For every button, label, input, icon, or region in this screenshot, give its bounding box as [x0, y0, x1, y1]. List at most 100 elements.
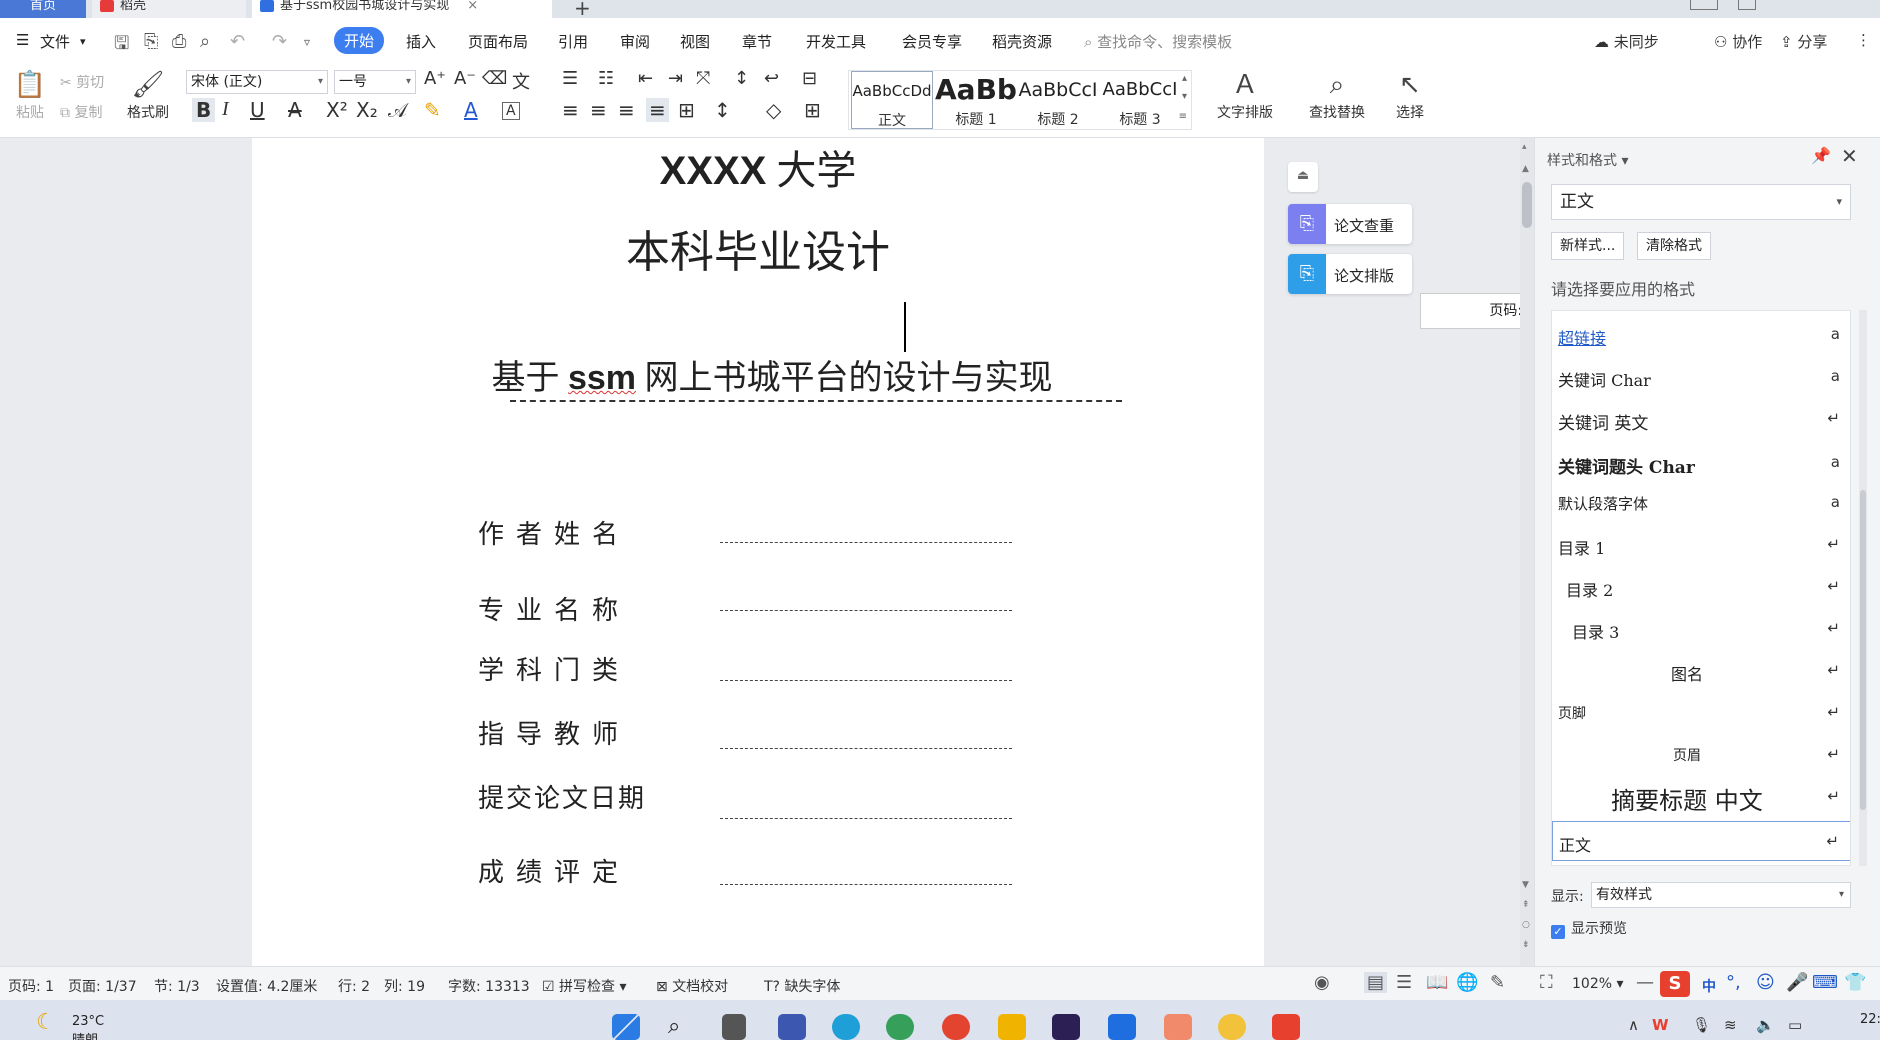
gallery-down-icon[interactable]: ▾ — [1182, 91, 1187, 102]
tab-dev-tools[interactable]: 开发工具 — [806, 31, 866, 52]
volume-icon[interactable]: 🔈 — [1756, 1016, 1775, 1034]
tab-review[interactable]: 审阅 — [620, 31, 650, 52]
gallery-expand-icon[interactable]: ≡ — [1179, 111, 1187, 122]
zoom-out-icon[interactable]: — — [1636, 972, 1654, 993]
weather-widget[interactable]: 23°C 晴朗 — [72, 1014, 104, 1040]
sync-status[interactable]: ☁ 未同步 — [1594, 31, 1659, 52]
select-button[interactable]: ↖ 选择 — [1384, 68, 1436, 122]
style-heading-3[interactable]: AaBbCcI 标题 3 — [1099, 71, 1181, 129]
style-item-keyword-en[interactable]: 关键词 英文 ↵ — [1552, 399, 1850, 439]
moon-weather-icon[interactable]: ☾ — [36, 1010, 56, 1035]
chrome-icon[interactable] — [942, 1014, 970, 1040]
share-button[interactable]: ⇪ 分享 — [1780, 31, 1827, 52]
intellij-icon[interactable] — [1052, 1014, 1080, 1040]
distributed-icon[interactable]: ⊞ — [678, 98, 695, 122]
app-icon-1[interactable] — [778, 1014, 806, 1040]
export-pdf-icon[interactable]: ⎘ — [144, 31, 158, 52]
tab-page-layout[interactable]: 页面布局 — [468, 31, 528, 52]
style-item-normal[interactable]: 正文 ↵ — [1552, 821, 1850, 861]
decrease-indent-icon[interactable]: ⇤ — [638, 68, 653, 89]
styles-pane-title[interactable]: 样式和格式 ▾ — [1547, 150, 1628, 170]
task-view-icon[interactable] — [722, 1014, 746, 1040]
tray-expand-icon[interactable]: ∧ — [1628, 1016, 1639, 1034]
bullet-list-icon[interactable]: ☰ — [562, 68, 578, 89]
tab-view[interactable]: 视图 — [680, 31, 710, 52]
ime-language[interactable]: 中 — [1702, 976, 1716, 996]
ime-keyboard-icon[interactable]: ⌨ — [1812, 972, 1838, 993]
zoom-select[interactable]: 102% ▾ — [1572, 976, 1624, 992]
wps-icon[interactable] — [1272, 1014, 1300, 1040]
style-item-footer[interactable]: 页脚 ↵ — [1552, 693, 1850, 733]
thesis-layout-button[interactable]: ⎘ 论文排版 — [1288, 254, 1412, 294]
status-setting[interactable]: 设置值: 4.2厘米 — [216, 976, 317, 996]
battery-icon[interactable]: ▭ — [1788, 1016, 1802, 1034]
tab-references[interactable]: 引用 — [558, 31, 588, 52]
layout-icon[interactable] — [1690, 0, 1718, 10]
font-name-select[interactable]: 宋体 (正文) ▾ — [186, 70, 328, 94]
spell-check-button[interactable]: ☑ 拼写检查 ▾ — [542, 976, 627, 996]
show-filter-select[interactable]: 有效样式 ▾ — [1591, 882, 1851, 908]
scroll-up-icon[interactable]: ▴ — [1522, 142, 1527, 152]
scrollbar-thumb[interactable] — [1522, 182, 1532, 228]
checkbox-checked-icon[interactable]: ✓ — [1551, 925, 1565, 939]
style-item-toc-2[interactable]: 目录 2 ↵ — [1552, 567, 1850, 607]
superscript-icon[interactable]: X² — [326, 98, 348, 122]
new-tab-button[interactable]: + — [574, 0, 591, 20]
char-border-icon[interactable]: A — [502, 102, 520, 120]
style-item-figure-name[interactable]: 图名 ↵ — [1552, 651, 1850, 691]
tab-member[interactable]: 会员专享 — [902, 31, 962, 52]
strikethrough-icon[interactable]: A — [288, 98, 302, 122]
increase-indent-icon[interactable]: ⇥ — [668, 68, 683, 89]
ime-voice-icon[interactable]: 🎤 — [1786, 972, 1808, 993]
doc-proof-button[interactable]: ⊠ 文档校对 — [656, 976, 728, 996]
document-page[interactable]: XXXX 大学 本科毕业设计 基于 ssm 网上书城平台的设计与实现 作者姓名 … — [252, 138, 1264, 966]
outline-view-icon[interactable]: ☰ — [1396, 972, 1412, 993]
sort-icon[interactable]: ↕ — [734, 68, 749, 89]
ime-punct-icon[interactable]: °, — [1726, 972, 1741, 993]
scroll-up-arrow-icon[interactable]: ▲ — [1522, 164, 1529, 174]
find-replace-button[interactable]: ⌕ 查找替换 — [1300, 68, 1374, 122]
security-app-icon[interactable] — [1108, 1014, 1136, 1040]
browser-icon[interactable] — [886, 1014, 914, 1040]
chinese-layout-icon[interactable]: ⤧ — [696, 68, 710, 89]
vertical-scrollbar[interactable]: ▴ ▲ ▼ ⇞ ○ ⇟ — [1520, 138, 1534, 966]
borders-icon[interactable]: ⊞ — [804, 98, 821, 122]
close-tab-icon[interactable]: × — [467, 0, 478, 13]
print-preview-icon[interactable]: ⌕ — [200, 31, 210, 52]
clear-format-button[interactable]: 清除格式 — [1637, 232, 1711, 260]
field-author-line[interactable] — [720, 542, 1012, 543]
field-discipline-line[interactable] — [720, 680, 1012, 681]
style-item-default-font[interactable]: 默认段落字体 a — [1552, 483, 1850, 523]
pin-icon[interactable]: 📌 — [1811, 146, 1831, 165]
mic-icon[interactable]: 🎙 — [1692, 1016, 1711, 1034]
text-layout-button[interactable]: Ａ 文字排版 — [1208, 68, 1282, 122]
shading-icon[interactable]: ◇ — [766, 98, 781, 122]
wps-tray-icon[interactable]: W — [1652, 1016, 1669, 1034]
chevron-down-icon[interactable]: ▾ — [80, 35, 86, 48]
app-icon-3[interactable] — [1218, 1014, 1246, 1040]
style-list-scrollbar[interactable] — [1859, 310, 1867, 866]
sogou-ime-icon[interactable]: S — [1660, 971, 1690, 997]
tab-document[interactable]: 基于ssm校园书城设计与实现 × — [252, 0, 552, 18]
style-item-keyword-header[interactable]: 关键词题头 Char a — [1552, 443, 1850, 483]
status-page[interactable]: 页面: 1/37 — [68, 976, 137, 996]
font-color-icon[interactable]: A — [464, 98, 478, 122]
highlight-icon[interactable]: ✎ — [424, 98, 441, 122]
field-major-line[interactable] — [720, 610, 1012, 611]
show-preview-checkbox[interactable]: ✓ 显示预览 — [1551, 918, 1627, 939]
command-search[interactable]: ⌕ 查找命令、搜索模板 — [1084, 31, 1232, 52]
missing-font-button[interactable]: T? 缺失字体 — [764, 976, 840, 996]
style-item-toc-3[interactable]: 目录 3 ↵ — [1552, 609, 1850, 649]
search-icon[interactable]: ⌕ — [668, 1014, 696, 1040]
cut-button[interactable]: ✂ 剪切 — [60, 72, 104, 92]
numbered-list-icon[interactable]: ☷ — [598, 68, 614, 89]
clear-format-icon[interactable]: ⌫ — [482, 68, 507, 89]
style-item-keyword-char[interactable]: 关键词 Char a — [1552, 357, 1850, 397]
collapse-icon[interactable]: ⏏ — [1288, 162, 1318, 192]
ime-skin-icon[interactable]: 👕 — [1844, 972, 1866, 993]
style-item-hyperlink[interactable]: 超链接 a — [1552, 315, 1850, 355]
new-style-button[interactable]: 新样式... — [1551, 232, 1625, 260]
grid-icon[interactable] — [1738, 0, 1756, 10]
underline-icon[interactable]: U — [250, 98, 265, 122]
field-submit-date-line[interactable] — [720, 818, 1012, 819]
